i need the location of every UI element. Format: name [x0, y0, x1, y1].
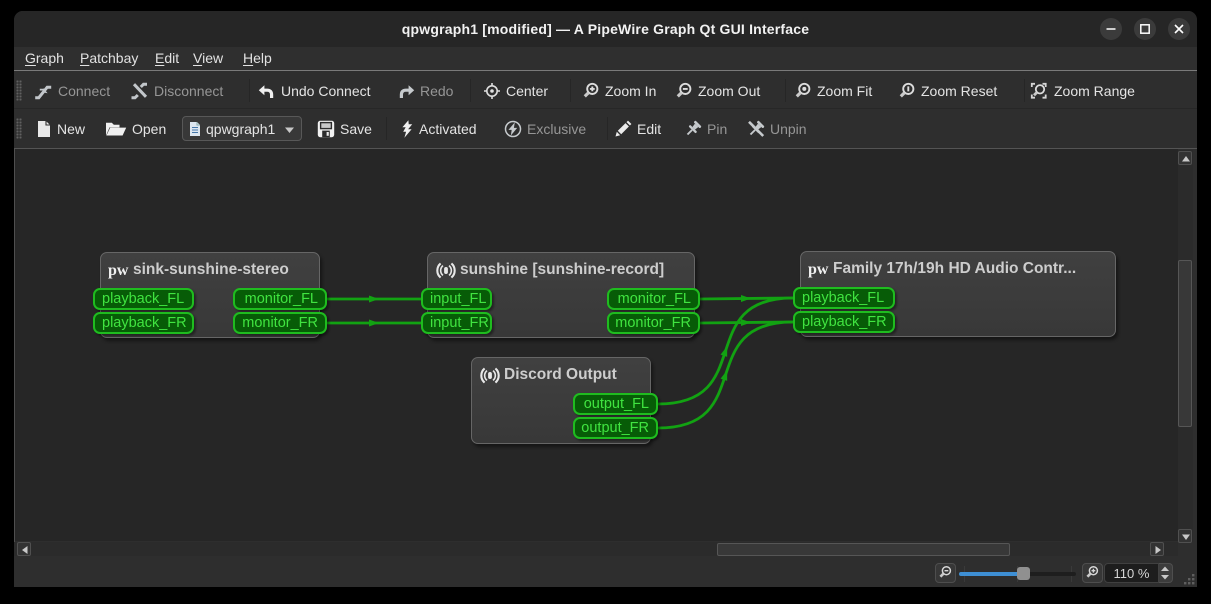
svg-text:pw: pw: [808, 261, 829, 278]
svg-text:pw: pw: [108, 262, 129, 279]
